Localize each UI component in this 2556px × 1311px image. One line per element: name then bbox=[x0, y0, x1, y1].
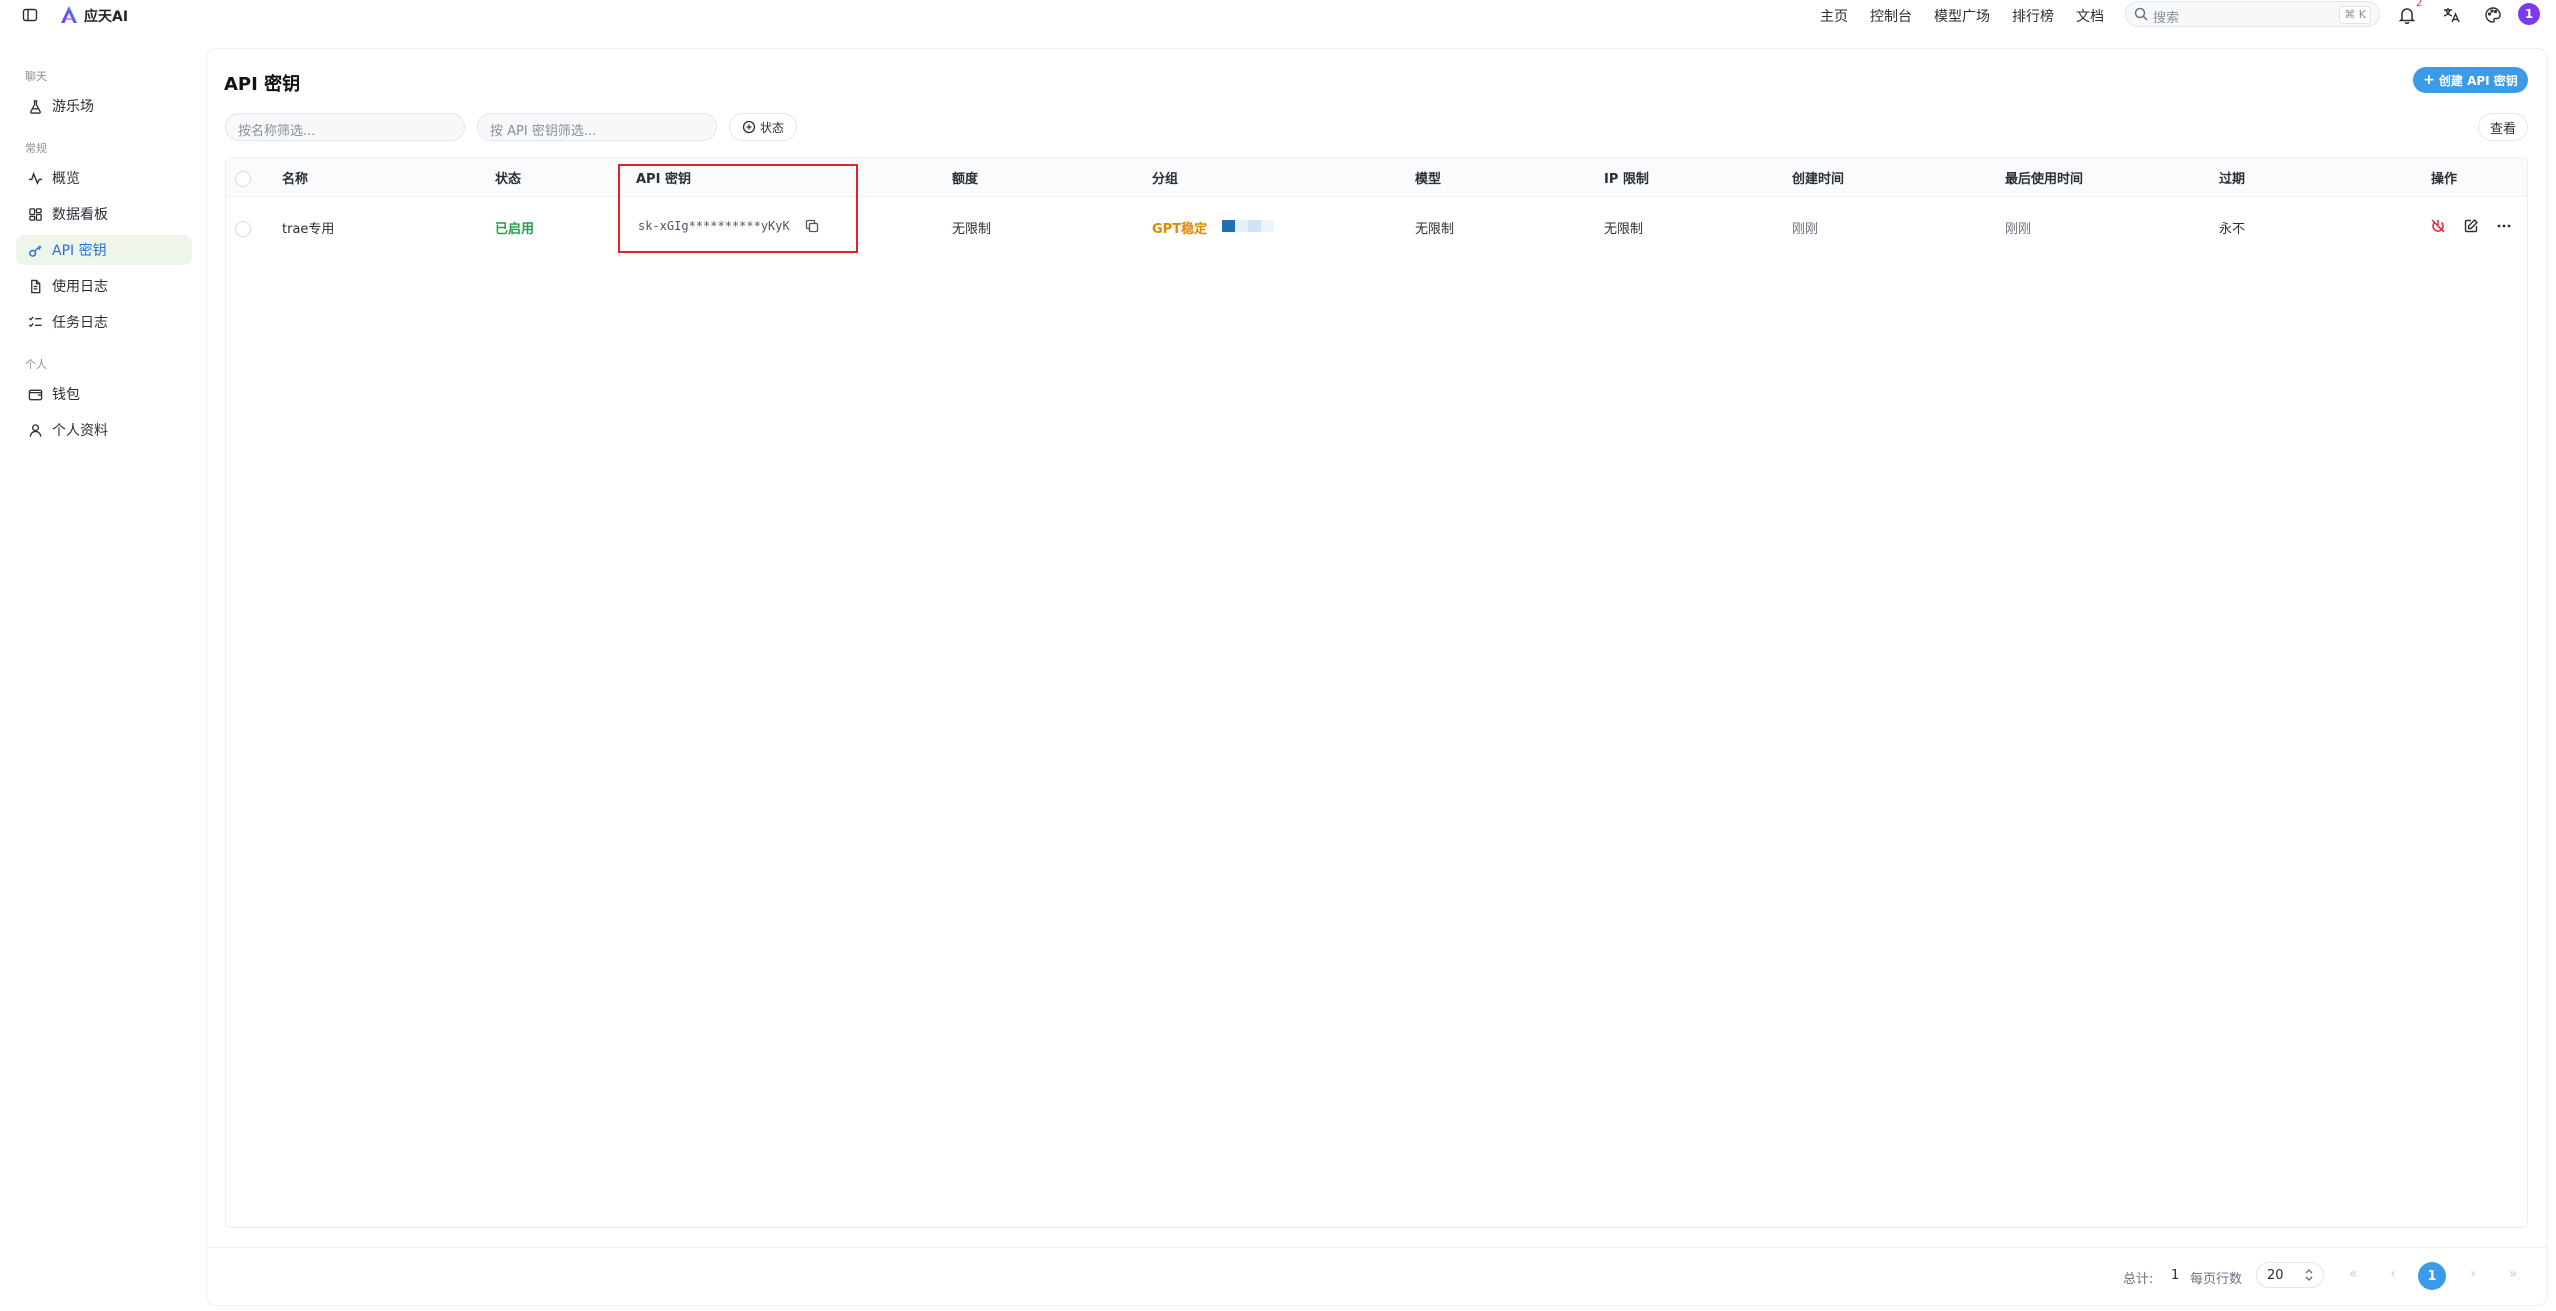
sidebar-item-label: 数据看板 bbox=[52, 207, 108, 223]
column-expire[interactable]: 过期 bbox=[2219, 168, 2245, 187]
column-status[interactable]: 状态 bbox=[495, 168, 521, 187]
brand-name[interactable]: 应天AI bbox=[84, 6, 128, 26]
sidebar-item-profile[interactable]: 个人资料 bbox=[16, 415, 192, 445]
sidebar-item-task-log[interactable]: 任务日志 bbox=[16, 307, 192, 337]
cell-name: trae专用 bbox=[282, 222, 335, 237]
nav-console[interactable]: 控制台 bbox=[1870, 6, 1912, 26]
sidebar-item-api-keys[interactable]: API 密钥 bbox=[16, 235, 192, 265]
activity-icon bbox=[26, 169, 44, 187]
sidebar-item-usage-log[interactable]: 使用日志 bbox=[16, 271, 192, 301]
next-page-icon[interactable]: › bbox=[2464, 1266, 2482, 1282]
search-icon bbox=[2134, 7, 2148, 21]
column-model[interactable]: 模型 bbox=[1415, 168, 1441, 187]
redacted-bar bbox=[1222, 220, 1274, 232]
cell-created: 刚刚 bbox=[1792, 222, 1819, 237]
bell-icon[interactable] bbox=[2396, 4, 2418, 26]
rows-per-page-label: 每页行数 bbox=[2190, 1272, 2243, 1287]
column-ip-limit[interactable]: IP 限制 bbox=[1604, 168, 1649, 187]
notification-badge: 2 bbox=[2416, 0, 2423, 9]
more-icon[interactable] bbox=[2495, 217, 2513, 235]
sidebar-item-label: API 密钥 bbox=[52, 243, 107, 259]
search-input[interactable]: 搜索 ⌘ K bbox=[2125, 1, 2380, 27]
sidebar-toggle-icon[interactable] bbox=[20, 5, 40, 25]
column-actions: 操作 bbox=[2431, 172, 2458, 187]
cell-expire: 永不 bbox=[2219, 222, 2246, 237]
key-icon bbox=[26, 241, 44, 259]
flask-icon bbox=[26, 97, 44, 115]
sidebar-item-label: 使用日志 bbox=[52, 279, 108, 295]
top-nav: 主页 控制台 模型广场 排行榜 文档 bbox=[1820, 6, 2126, 26]
nav-docs[interactable]: 文档 bbox=[2076, 6, 2104, 26]
page-size-value: 20 bbox=[2267, 1268, 2284, 1283]
document-icon bbox=[26, 277, 44, 295]
prev-page-icon[interactable]: ‹ bbox=[2384, 1266, 2402, 1282]
create-api-key-label: 创建 API 密钥 bbox=[2438, 73, 2518, 88]
column-last-used[interactable]: 最后使用时间 bbox=[2005, 168, 2083, 187]
avatar[interactable]: 1 bbox=[2518, 3, 2540, 25]
wallet-icon bbox=[26, 385, 44, 403]
sidebar-item-label: 个人资料 bbox=[52, 423, 108, 439]
sidebar-item-dashboard[interactable]: 数据看板 bbox=[16, 199, 192, 229]
list-check-icon bbox=[26, 313, 44, 331]
page-size-select[interactable]: 20 bbox=[2256, 1262, 2324, 1288]
cell-group: GPT稳定 bbox=[1152, 222, 1208, 237]
palette-icon[interactable] bbox=[2482, 4, 2504, 26]
api-keys-table bbox=[225, 157, 2528, 1228]
dashboard-icon bbox=[26, 205, 44, 223]
plus-circle-icon bbox=[742, 120, 756, 134]
column-name[interactable]: 名称 bbox=[282, 168, 308, 187]
page-title: API 密钥 bbox=[224, 74, 301, 95]
create-api-key-button[interactable]: + 创建 API 密钥 bbox=[2413, 67, 2528, 93]
user-icon bbox=[26, 421, 44, 439]
column-created[interactable]: 创建时间 bbox=[1792, 168, 1844, 187]
row-checkbox[interactable] bbox=[235, 221, 251, 237]
sidebar-item-label: 游乐场 bbox=[52, 99, 94, 115]
sidebar-item-label: 任务日志 bbox=[52, 315, 108, 331]
table-header bbox=[226, 158, 2527, 197]
plus-icon: + bbox=[2423, 72, 2435, 88]
highlight-box bbox=[618, 164, 858, 253]
disable-icon[interactable] bbox=[2429, 217, 2447, 235]
sidebar-item-overview[interactable]: 概览 bbox=[16, 163, 192, 193]
sidebar-item-label: 钱包 bbox=[52, 387, 80, 403]
filter-key-input[interactable]: 按 API 密钥筛选... bbox=[477, 113, 717, 141]
nav-leaderboard[interactable]: 排行榜 bbox=[2012, 6, 2054, 26]
column-group[interactable]: 分组 bbox=[1152, 168, 1178, 187]
sidebar-group-chat: 聊天 bbox=[25, 70, 47, 83]
translate-icon[interactable] bbox=[2440, 4, 2462, 26]
pagination-total: 1 bbox=[2171, 1268, 2180, 1283]
sidebar-group-personal: 个人 bbox=[25, 358, 47, 371]
status-badge: 已启用 bbox=[495, 222, 535, 237]
cell-quota: 无限制 bbox=[952, 222, 992, 237]
filter-name-input[interactable]: 按名称筛选... bbox=[225, 113, 465, 141]
cell-ip-limit: 无限制 bbox=[1604, 222, 1644, 237]
pagination-total-label: 总计: bbox=[2123, 1272, 2154, 1287]
sidebar-item-playground[interactable]: 游乐场 bbox=[16, 91, 192, 121]
page-current[interactable]: 1 bbox=[2418, 1262, 2446, 1290]
column-quota[interactable]: 额度 bbox=[952, 168, 978, 187]
nav-home[interactable]: 主页 bbox=[1820, 6, 1848, 26]
sidebar-item-wallet[interactable]: 钱包 bbox=[16, 379, 192, 409]
first-page-icon[interactable]: « bbox=[2344, 1266, 2362, 1282]
nav-model-plaza[interactable]: 模型广场 bbox=[1934, 6, 1990, 26]
chevron-up-down-icon bbox=[2303, 1268, 2315, 1282]
search-placeholder: 搜索 bbox=[2153, 11, 2180, 26]
select-all-checkbox[interactable] bbox=[235, 171, 251, 187]
top-bar: 应天AI 主页 控制台 模型广场 排行榜 文档 搜索 ⌘ K 2 1 bbox=[0, 0, 2556, 30]
cell-last-used: 刚刚 bbox=[2005, 222, 2032, 237]
footer-divider bbox=[206, 1247, 2548, 1248]
edit-icon[interactable] bbox=[2462, 217, 2480, 235]
search-shortcut: ⌘ K bbox=[2339, 6, 2371, 24]
sidebar-group-general: 常规 bbox=[25, 142, 47, 155]
status-filter-label: 状态 bbox=[759, 120, 784, 135]
view-button[interactable]: 查看 bbox=[2478, 113, 2528, 141]
cell-model: 无限制 bbox=[1415, 222, 1455, 237]
sidebar-item-label: 概览 bbox=[52, 171, 80, 187]
last-page-icon[interactable]: » bbox=[2504, 1266, 2522, 1282]
brand-logo-icon[interactable] bbox=[58, 4, 80, 26]
status-filter-button[interactable]: 状态 bbox=[729, 113, 797, 141]
